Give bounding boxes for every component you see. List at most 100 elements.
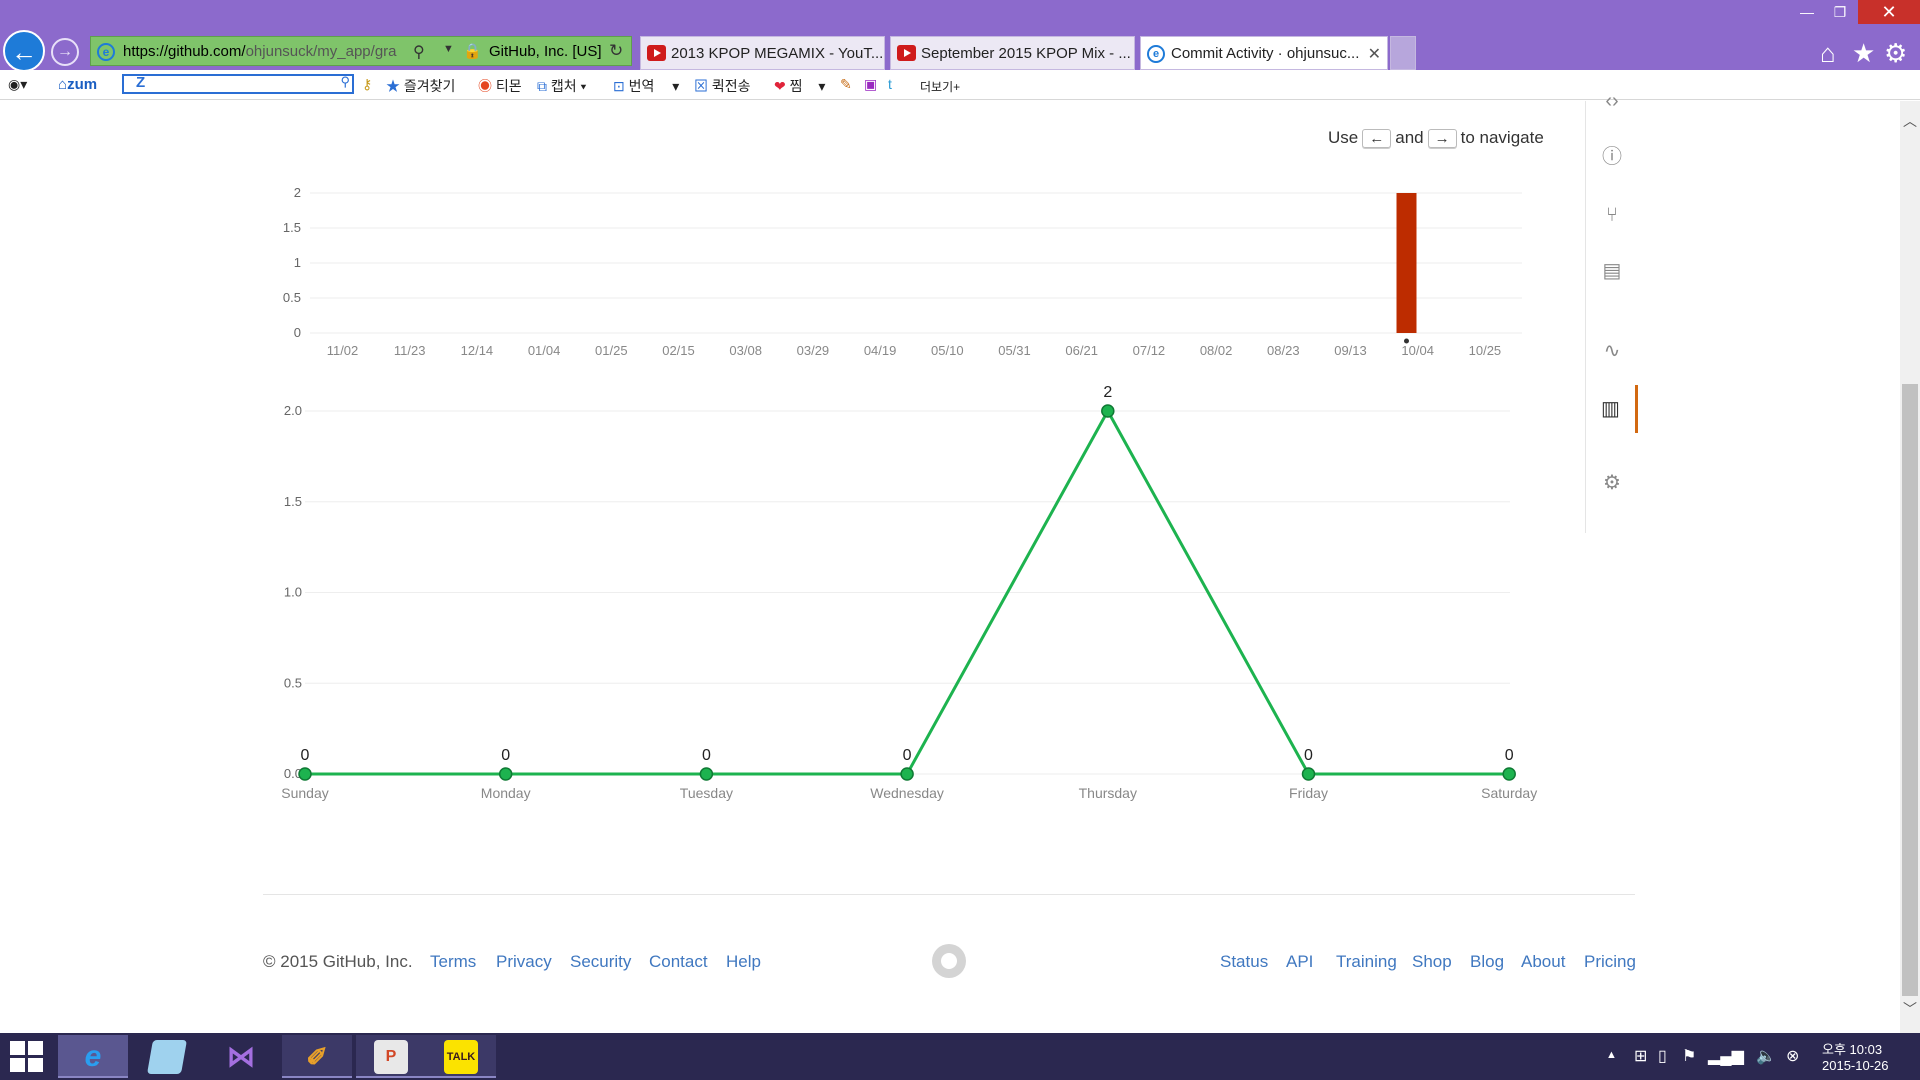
line-chart-x-tick-label: Friday bbox=[1289, 785, 1328, 801]
pulse-icon[interactable]: ∿ bbox=[1586, 327, 1638, 375]
clock-time[interactable]: 오후 10:03 bbox=[1822, 1039, 1882, 1058]
gear-icon[interactable]: ⚙ bbox=[1884, 38, 1907, 69]
key-icon[interactable]: ⚷ bbox=[362, 76, 372, 93]
line-chart-x-tick-label: Monday bbox=[481, 785, 531, 801]
taskbar-kakaotalk[interactable]: TALK bbox=[426, 1035, 496, 1078]
bar-chart-selected-week-marker bbox=[1404, 338, 1409, 344]
twitter-icon[interactable]: t bbox=[888, 76, 892, 92]
close-window-button[interactable]: ✕ bbox=[1858, 0, 1920, 24]
issues-icon[interactable]: ⓘ bbox=[1586, 133, 1638, 181]
footer-link-pricing[interactable]: Pricing bbox=[1584, 952, 1636, 972]
footer-link-status[interactable]: Status bbox=[1220, 952, 1268, 972]
taskbar-paint-app[interactable]: ✐ bbox=[282, 1035, 352, 1078]
line-chart-data-label: 0 bbox=[1505, 747, 1514, 764]
vertical-scrollbar[interactable]: ︿ ﹀ bbox=[1900, 101, 1920, 1033]
footer-link-blog[interactable]: Blog bbox=[1470, 952, 1504, 972]
code-icon[interactable]: ‹› bbox=[1586, 77, 1638, 125]
translate-button[interactable]: ⊡ 번역 ▾ bbox=[613, 76, 679, 96]
settings-gear-icon[interactable]: ⚙ bbox=[1586, 459, 1638, 507]
footer-link-shop[interactable]: Shop bbox=[1412, 952, 1452, 972]
quick-send-button[interactable]: ⊠ 퀵전송 bbox=[694, 76, 751, 96]
taskbar-notepad[interactable] bbox=[132, 1035, 202, 1078]
timon-button[interactable]: ◉ 티몬 bbox=[478, 76, 522, 96]
forward-button[interactable]: → bbox=[51, 38, 79, 66]
line-chart-x-tick-label: Tuesday bbox=[680, 785, 733, 801]
brush-icon[interactable]: ✎ bbox=[840, 76, 852, 93]
back-button[interactable]: ← bbox=[3, 30, 45, 72]
scroll-down-arrow-icon[interactable]: ﹀ bbox=[1900, 999, 1920, 1019]
line-chart-data-label: 2 bbox=[1103, 384, 1112, 401]
footer-link-privacy[interactable]: Privacy bbox=[496, 952, 552, 972]
tab-september-kpop-mix[interactable]: September 2015 KPOP Mix - ... bbox=[890, 36, 1135, 70]
paint-icon: ✐ bbox=[306, 1042, 328, 1072]
url-text[interactable]: https://github.com/ohjunsuck/my_app/gra bbox=[123, 43, 403, 60]
capture-button[interactable]: ⧉ 캡처 ▾ bbox=[537, 76, 586, 96]
wiki-book-icon[interactable]: ▤ bbox=[1586, 247, 1638, 295]
favorites-button[interactable]: ★ 즐겨찾기 bbox=[386, 76, 455, 96]
scroll-up-arrow-icon[interactable]: ︿ bbox=[1900, 111, 1920, 131]
page-content: Use ← and → to navigate 0 0.5 1 1.5 2 11/02 11/23 1… bbox=[0, 90, 1900, 1033]
more-button[interactable]: 더보기+ bbox=[920, 78, 960, 95]
line-chart-point bbox=[498, 767, 513, 781]
show-hidden-icons-chevron-icon[interactable]: ▲ bbox=[1606, 1049, 1617, 1061]
bar-chart-y-tick-label: 0.5 bbox=[283, 290, 301, 305]
home-icon[interactable]: ⌂ bbox=[1820, 38, 1836, 69]
bar-chart-x-tick-label: 06/21 bbox=[1065, 343, 1098, 358]
windows-flag-icon[interactable]: ⊞ bbox=[1634, 1046, 1647, 1066]
bar-chart-x-tick-label: 11/02 bbox=[327, 343, 359, 358]
line-chart-point bbox=[1301, 767, 1316, 781]
chevron-down-icon[interactable]: ▼ bbox=[443, 43, 454, 55]
wishlist-button[interactable]: ❤ 찜 ▾ bbox=[774, 76, 825, 96]
footer-link-api[interactable]: API bbox=[1286, 952, 1313, 972]
footer-link-contact[interactable]: Contact bbox=[649, 952, 708, 972]
search-icon[interactable]: ⚲ bbox=[340, 74, 350, 90]
address-bar[interactable]: e https://github.com/ohjunsuck/my_app/gr… bbox=[90, 36, 632, 66]
taskbar-visual-studio[interactable]: ⋈ bbox=[206, 1035, 276, 1078]
line-chart-x-tick-label: Wednesday bbox=[870, 785, 944, 801]
tab-kpop-megamix[interactable]: 2013 KPOP MEGAMIX - YouT... bbox=[640, 36, 885, 70]
site-identity[interactable]: GitHub, Inc. [US] bbox=[489, 43, 602, 60]
footer-link-training[interactable]: Training bbox=[1336, 952, 1397, 972]
clock-date[interactable]: 2015-10-26 bbox=[1822, 1058, 1889, 1073]
maximize-button[interactable]: ❐ bbox=[1825, 0, 1855, 24]
footer-link-terms[interactable]: Terms bbox=[430, 952, 476, 972]
save-icon[interactable]: ▣ bbox=[864, 76, 877, 93]
refresh-icon[interactable]: ↻ bbox=[609, 41, 623, 61]
footer-link-help[interactable]: Help bbox=[726, 952, 761, 972]
zum-logo[interactable]: ⌂zum bbox=[58, 76, 97, 93]
chevron-down-icon: ▾ bbox=[672, 78, 680, 94]
lock-icon[interactable]: 🔒 bbox=[463, 42, 482, 60]
bar-chart-x-tick-label: 03/08 bbox=[729, 343, 762, 358]
taskbar-powerpoint[interactable]: P bbox=[356, 1035, 426, 1078]
minimize-button[interactable]: — bbox=[1792, 0, 1822, 24]
pull-request-icon[interactable]: ⑂ bbox=[1586, 191, 1638, 239]
close-tab-icon[interactable]: ✕ bbox=[1368, 44, 1381, 64]
close-circle-icon[interactable]: ⊗ bbox=[1786, 1046, 1799, 1066]
search-icon[interactable]: ⚲ bbox=[413, 42, 425, 62]
volume-icon[interactable]: 🔈 bbox=[1756, 1046, 1776, 1066]
github-octocat-icon[interactable] bbox=[932, 944, 966, 978]
line-chart-x-tick-label: Sunday bbox=[281, 785, 328, 801]
footer-link-security[interactable]: Security bbox=[570, 952, 631, 972]
graphs-icon[interactable]: ▥ bbox=[1586, 385, 1638, 433]
action-center-flag-icon[interactable]: ⚑ bbox=[1682, 1046, 1696, 1066]
zum-z-icon: Z bbox=[136, 74, 146, 91]
bar-chart-x-tick-label: 09/13 bbox=[1334, 343, 1367, 358]
network-signal-icon[interactable]: ▂▄▆ bbox=[1708, 1046, 1744, 1066]
scrollbar-thumb[interactable] bbox=[1902, 384, 1918, 996]
toolbar-menu-icon[interactable]: ◉▾ bbox=[8, 76, 27, 93]
device-icon[interactable]: ▯ bbox=[1658, 1046, 1667, 1066]
repository-nav-sidebar: ‹› ⓘ ⑂ ▤ ∿ ▥ ⚙ bbox=[1585, 90, 1638, 533]
kakaotalk-icon: TALK bbox=[444, 1040, 478, 1074]
bar-chart-x-tick-label: 04/19 bbox=[864, 343, 897, 358]
favorites-star-icon[interactable]: ★ bbox=[1852, 38, 1875, 69]
tab-commit-activity[interactable]: e Commit Activity · ohjunsuc... ✕ bbox=[1140, 36, 1388, 70]
line-chart-data-label: 0 bbox=[501, 747, 510, 764]
new-tab-button[interactable] bbox=[1390, 36, 1416, 70]
bar-chart-y-tick-label: 2 bbox=[294, 185, 301, 200]
zum-search-input[interactable]: Z ⚲ bbox=[122, 74, 354, 94]
taskbar-internet-explorer[interactable]: e bbox=[58, 1035, 128, 1078]
footer-link-about[interactable]: About bbox=[1521, 952, 1565, 972]
windows-start-icon[interactable] bbox=[10, 1041, 44, 1073]
line-chart-y-tick-label: 1.5 bbox=[284, 494, 302, 509]
